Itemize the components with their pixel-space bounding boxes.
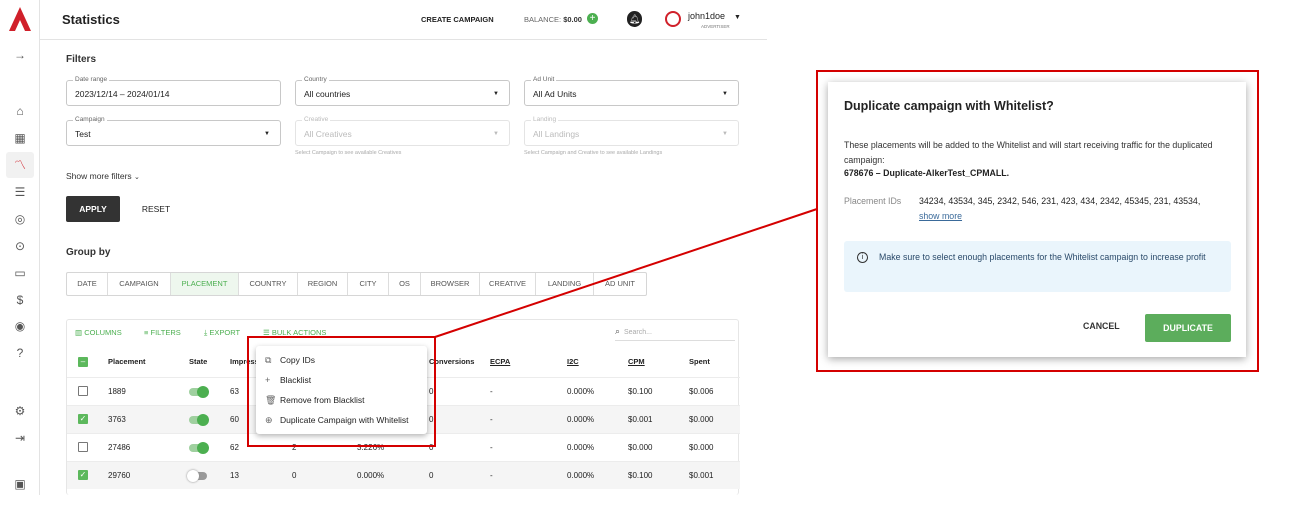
info-icon: i — [857, 252, 868, 263]
dialog-campaign-name: 678676 – Duplicate-AlkerTest_CPMALL. — [844, 168, 1009, 178]
info-text: Make sure to select enough placements fo… — [879, 250, 1209, 265]
dialog-title: Duplicate campaign with Whitelist? — [844, 99, 1054, 113]
dialog-body: These placements will be added to the Wh… — [844, 138, 1214, 168]
placement-ids-label: Placement IDs — [844, 196, 901, 206]
show-more-link[interactable]: show more — [919, 211, 962, 221]
cancel-button[interactable]: CANCEL — [1083, 321, 1120, 331]
duplicate-dialog: Duplicate campaign with Whitelist? These… — [828, 82, 1246, 357]
duplicate-button[interactable]: DUPLICATE — [1145, 314, 1231, 342]
info-banner: i Make sure to select enough placements … — [844, 241, 1231, 292]
placement-ids-value: 34234, 43534, 345, 2342, 546, 231, 423, … — [919, 196, 1200, 206]
